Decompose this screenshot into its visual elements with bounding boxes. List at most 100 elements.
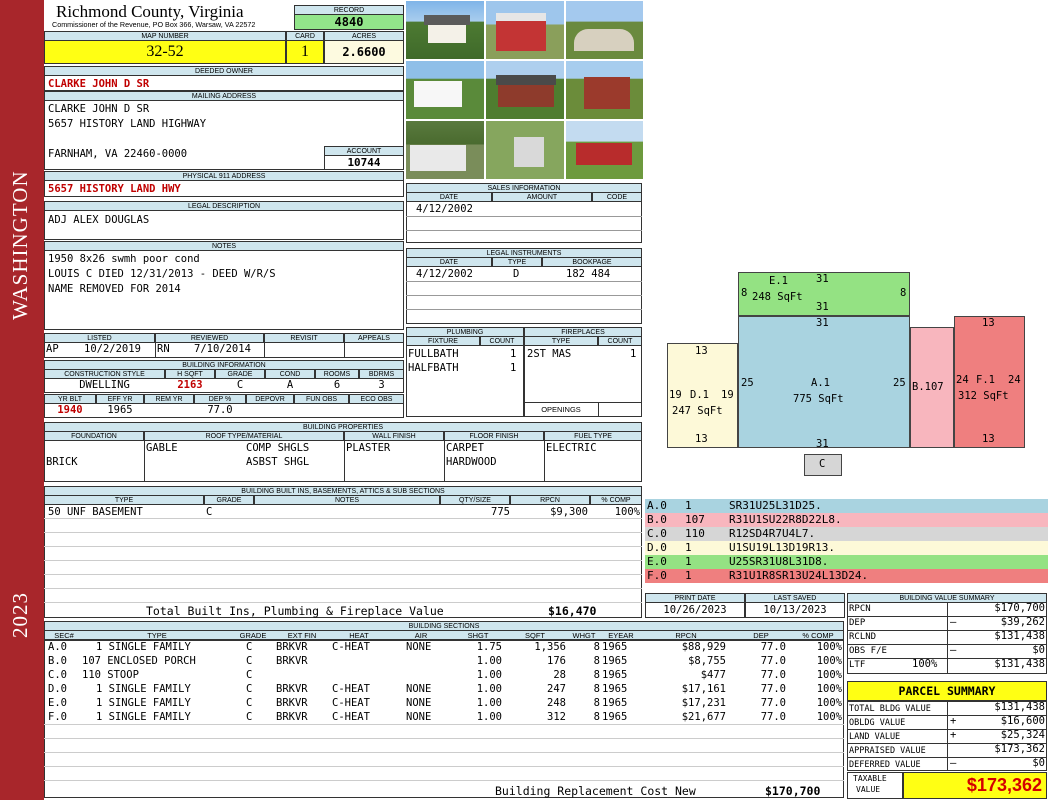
vs-dep: $39,262 — [1000, 616, 1045, 628]
li-date: 4/12/2002 — [416, 268, 473, 280]
sale-date: 4/12/2002 — [416, 203, 473, 215]
ps-land: $25,324 — [1000, 729, 1045, 741]
section-row: B.0 107 ENCLOSED PORCH C BRKVR 1.00 176 … — [48, 655, 842, 667]
effective-year: 1965 — [107, 404, 133, 416]
plumb-fixture: HALFBATH — [408, 362, 459, 374]
vs-ltf-pct: 100% — [912, 658, 938, 670]
map-number-value: 32-52 — [44, 40, 286, 64]
plumb-count: 1 — [510, 362, 517, 374]
shed-photo[interactable] — [405, 60, 485, 120]
reviewed-by: RN — [157, 343, 170, 355]
print-date: 10/26/2023 — [645, 602, 745, 618]
ps-label: APPRAISED VALUE — [849, 746, 926, 756]
depreciation-pct: 77.0 — [207, 404, 233, 416]
rcn-value: $170,700 — [765, 784, 821, 798]
township-label: WASHINGTON — [8, 170, 32, 320]
photo-grid — [405, 0, 644, 180]
vs-label: LTF — [849, 660, 866, 670]
ps-label: DEFERRED VALUE — [849, 760, 921, 770]
li-type: D — [513, 268, 520, 280]
roof-type: GABLE — [146, 442, 178, 454]
sketch-dim: 24 — [1008, 374, 1021, 386]
bin-qty: 775 — [491, 506, 510, 518]
section-row: E.0 1 SINGLE FAMILY C BRKVR C-HEAT NONE … — [48, 697, 842, 709]
sketch-dim: 31 — [816, 317, 829, 329]
floor-finish: HARDWOOD — [446, 456, 497, 468]
sidebar: WASHINGTON 2023 — [0, 0, 44, 800]
taxable-value: $173,362 — [903, 772, 1047, 799]
quonset-photo[interactable] — [565, 0, 644, 60]
legal-description-value: ADJ ALEX DOUGLAS — [44, 210, 404, 240]
section-row: F.0 1 SINGLE FAMILY C BRKVR C-HEAT NONE … — [48, 711, 842, 723]
floor-finish: CARPET — [446, 442, 484, 454]
sketch-dim: 8 — [900, 287, 907, 299]
acres-value: 2.6600 — [324, 40, 404, 64]
note-line: LOUIS C DIED 12/31/2013 - DEED W/R/S — [48, 268, 276, 280]
county-title: Richmond County, Virginia — [56, 2, 244, 21]
sketch-label: A.1 — [811, 377, 830, 389]
taxable-label: TAXABLE — [853, 774, 887, 783]
vs-label: RCLND — [849, 632, 877, 642]
bin-type: 50 UNF BASEMENT — [48, 506, 143, 518]
note-line: 1950 8x26 swmh poor cond — [48, 253, 200, 265]
vector-row: F.0 1 R31U1R8SR13U24L13D24. — [645, 569, 1048, 583]
sketch-dim: 13 — [982, 317, 995, 329]
commissioner-address: Commissioner of the Revenue, PO Box 366,… — [52, 20, 256, 29]
vector-list: A.0 1 SR31U25L31D25. B.0 107 R31U1SU22R8D22L… — [645, 499, 1048, 587]
fuel-type: ELECTRIC — [546, 442, 597, 454]
builtins-total: $16,470 — [548, 604, 597, 618]
storage-shed-photo[interactable] — [485, 120, 565, 180]
condition: A — [286, 379, 294, 391]
openings-label: OPENINGS — [541, 405, 581, 414]
ps-label: OBLDG VALUE — [849, 718, 906, 728]
brick-house-rear-photo[interactable] — [565, 60, 644, 120]
barn-photo[interactable] — [485, 0, 565, 60]
note-line: NAME REMOVED FOR 2014 — [48, 283, 181, 295]
li-bookpage: 182 484 — [566, 268, 611, 280]
ps-label: TOTAL BLDG VALUE — [849, 704, 931, 714]
vs-ltf: $131,438 — [994, 658, 1045, 670]
sketch-dim: 25 — [893, 377, 906, 389]
bedrooms: 3 — [378, 379, 385, 391]
sketch-dim: 31 — [816, 301, 829, 313]
foundation: BRICK — [46, 456, 78, 468]
sketch-label: C — [819, 458, 826, 470]
house-photo[interactable] — [405, 0, 485, 60]
sketch-label: 312 SqFt — [958, 390, 1009, 402]
bin-comp: 100% — [614, 506, 640, 518]
sketch-label: 775 SqFt — [793, 393, 844, 405]
sketch-dim: 31 — [816, 438, 829, 450]
year-label: 2023 — [8, 592, 32, 638]
sketch-label: B.107 — [912, 381, 944, 393]
sketch-dim: 13 — [695, 345, 708, 357]
garage-photo[interactable] — [405, 120, 485, 180]
vector-row: C.0 110 R12SD4R7U4L7. — [645, 527, 1048, 541]
physical-address-value: 5657 HISTORY LAND HWY — [44, 180, 404, 197]
year-built: 1940 — [57, 404, 83, 416]
mailing-line: 5657 HISTORY LAND HIGHWAY — [48, 118, 207, 130]
record-value: 4840 — [294, 14, 404, 30]
building-sketch[interactable]: E.1 248 SqFt 31 8 8 31 31 A.1 775 SqFt 2… — [645, 250, 1045, 480]
vs-obs: $0 — [1032, 644, 1045, 656]
vector-row: E.0 1 U25SR31U8L31D8. — [645, 555, 1048, 569]
brick-house-photo[interactable] — [485, 60, 565, 120]
sketch-label: 247 SqFt — [672, 405, 723, 417]
ps-label: LAND VALUE — [849, 732, 901, 742]
taxable-label: VALUE — [856, 785, 881, 794]
section-row: C.0 110 STOOP C 1.00 28 8 1965 $477 77.0… — [48, 669, 842, 681]
vs-rpcn: $170,700 — [994, 602, 1045, 614]
ps-appraised: $173,362 — [994, 743, 1045, 755]
roof-material: COMP SHGLS — [246, 442, 310, 454]
red-barn-photo[interactable] — [565, 120, 644, 180]
fp-count: 1 — [630, 348, 637, 360]
sketch-dim: 31 — [816, 273, 829, 285]
section-row: A.0 1 SINGLE FAMILY C BRKVR C-HEAT NONE … — [48, 641, 842, 653]
rcn-label: Building Replacement Cost New — [495, 784, 696, 798]
roof-material: ASBST SHGL — [246, 456, 310, 468]
sketch-dim: 13 — [695, 433, 708, 445]
vector-row: D.0 1 U1SU19L13D19R13. — [645, 541, 1048, 555]
ps-bldg: $131,438 — [994, 701, 1045, 713]
account-value: 10744 — [324, 155, 404, 170]
wall-finish: PLASTER — [346, 442, 391, 454]
last-saved: 10/13/2023 — [745, 602, 845, 618]
